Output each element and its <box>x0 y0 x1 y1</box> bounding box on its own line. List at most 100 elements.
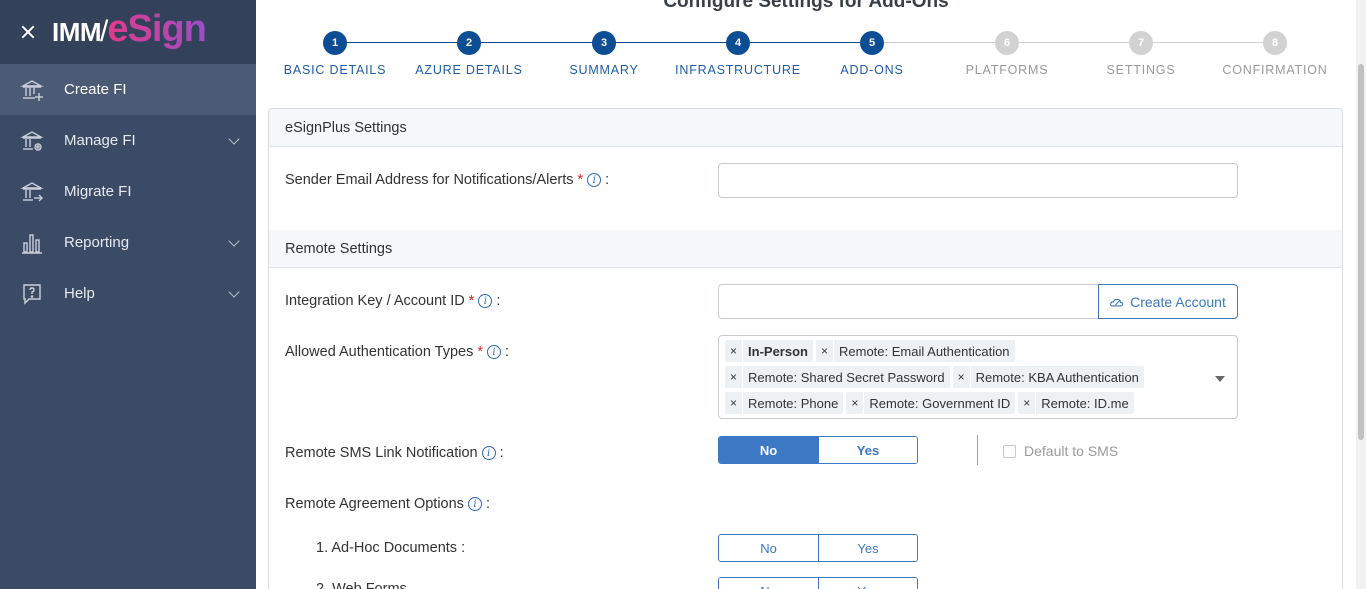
sidebar-item-label: Manage FI <box>64 132 136 149</box>
adhoc-documents-label: 1. Ad-Hoc Documents : <box>316 540 466 556</box>
tag-phone: × Remote: Phone <box>725 392 844 414</box>
label-text: Remote SMS Link Notification <box>285 445 478 461</box>
tag-label: Remote: Government ID <box>869 395 1011 411</box>
settings-panel: eSignPlus Settings Sender Email Address … <box>268 108 1343 589</box>
sms-yes-option[interactable]: Yes <box>818 437 917 463</box>
label-text: Integration Key / Account ID <box>285 293 465 309</box>
step-infrastructure[interactable]: 4 INFRASTRUCTURE <box>668 31 808 77</box>
label-colon: : <box>505 344 510 360</box>
step-platforms: 6 PLATFORMS <box>937 31 1077 77</box>
web-forms-toggle[interactable]: No Yes <box>718 577 918 589</box>
step-number: 2 <box>457 31 481 55</box>
info-icon[interactable]: i <box>467 497 482 511</box>
checkbox-box[interactable] <box>1003 444 1016 458</box>
sms-link-toggle[interactable]: No Yes <box>718 436 918 464</box>
tag-in-person: × In-Person <box>725 340 813 362</box>
step-number: 7 <box>1129 31 1153 55</box>
section-header-esignplus: eSignPlus Settings <box>269 109 1342 147</box>
label-colon: : <box>605 172 610 188</box>
sender-email-label: Sender Email Address for Notifications/A… <box>285 172 609 188</box>
step-label: INFRASTRUCTURE <box>675 63 801 77</box>
remove-tag-icon[interactable]: × <box>725 392 744 414</box>
step-number: 4 <box>726 31 750 55</box>
sidebar-item-manage-fi[interactable]: Manage FI <box>0 115 256 166</box>
app-logo: IMM / eSign <box>52 7 207 51</box>
tag-label: Remote: ID.me <box>1041 395 1129 411</box>
create-account-label: Create Account <box>1130 293 1226 310</box>
sidebar: IMM / eSign Create FI Manage FI Migrate … <box>0 0 256 589</box>
step-label: CONFIRMATION <box>1222 63 1328 77</box>
remove-tag-icon[interactable]: × <box>1018 392 1037 414</box>
webforms-no-option[interactable]: No <box>719 578 818 589</box>
chevron-down-icon <box>228 235 240 247</box>
scrollbar-thumb[interactable] <box>1358 64 1364 440</box>
remove-tag-icon[interactable]: × <box>953 366 971 388</box>
step-label: PLATFORMS <box>965 63 1049 77</box>
remove-tag-icon[interactable]: × <box>846 392 865 414</box>
bar-chart-icon <box>22 233 42 254</box>
page-scrollbar[interactable] <box>1356 0 1366 589</box>
sidebar-item-create-fi[interactable]: Create FI <box>0 64 256 115</box>
sidebar-item-label: Help <box>64 285 95 302</box>
webforms-yes-option[interactable]: Yes <box>818 578 917 589</box>
sidebar-item-label: Create FI <box>64 81 127 98</box>
remove-tag-icon[interactable]: × <box>816 340 834 362</box>
bank-gear-icon <box>20 130 44 151</box>
default-to-sms-checkbox[interactable]: Default to SMS <box>1003 443 1118 459</box>
label-colon: : <box>485 496 490 512</box>
step-add-ons[interactable]: 5 ADD-ONS <box>802 31 942 77</box>
sidebar-item-migrate-fi[interactable]: Migrate FI <box>0 166 256 217</box>
adhoc-no-option[interactable]: No <box>719 535 818 561</box>
tag-kba-auth: × Remote: KBA Authentication <box>952 366 1144 388</box>
label-text: Sender Email Address for Notifications/A… <box>285 172 574 188</box>
chevron-down-icon <box>228 286 240 298</box>
tag-government-id: × Remote: Government ID <box>846 392 1016 414</box>
sidebar-item-label: Migrate FI <box>64 183 132 200</box>
cloud-edit-icon <box>1110 298 1124 306</box>
brand-bar: IMM / eSign <box>0 0 256 64</box>
tag-shared-secret: × Remote: Shared Secret Password <box>725 366 950 388</box>
step-number: 5 <box>860 31 884 55</box>
wizard-stepper: 1 BASIC DETAILS 2 AZURE DETAILS 3 SUMMAR… <box>268 31 1354 91</box>
web-forms-label: 2. Web Forms <box>316 581 407 589</box>
logo-imm: IMM <box>52 16 102 47</box>
question-bubble-icon <box>23 283 41 305</box>
agreement-options-label: Remote Agreement Options i : <box>285 496 490 512</box>
adhoc-documents-toggle[interactable]: No Yes <box>718 534 918 562</box>
adhoc-yes-option[interactable]: Yes <box>818 535 917 561</box>
tag-email-auth: × Remote: Email Authentication <box>815 340 1015 362</box>
step-summary[interactable]: 3 SUMMARY <box>534 31 674 77</box>
integration-key-field[interactable] <box>718 284 1100 319</box>
info-icon[interactable]: i <box>481 446 496 460</box>
required-asterisk: * <box>468 293 475 309</box>
required-asterisk: * <box>577 172 584 188</box>
step-number: 6 <box>995 31 1019 55</box>
info-icon[interactable]: i <box>487 345 502 359</box>
step-number: 3 <box>592 31 616 55</box>
sender-email-field[interactable] <box>718 163 1238 198</box>
step-label: AZURE DETAILS <box>415 63 523 77</box>
close-icon[interactable] <box>18 22 38 42</box>
step-label: SUMMARY <box>569 63 639 77</box>
info-icon[interactable]: i <box>587 173 602 187</box>
dropdown-caret-icon[interactable] <box>1215 376 1225 382</box>
step-label: ADD-ONS <box>840 63 904 77</box>
step-basic-details[interactable]: 1 BASIC DETAILS <box>265 31 405 77</box>
section-header-remote: Remote Settings <box>269 230 1342 268</box>
step-azure-details[interactable]: 2 AZURE DETAILS <box>399 31 539 77</box>
checkbox-label: Default to SMS <box>1024 443 1119 459</box>
remove-tag-icon[interactable]: × <box>725 340 744 362</box>
info-icon[interactable]: i <box>478 294 493 308</box>
tag-label: Remote: Shared Secret Password <box>748 369 945 385</box>
sidebar-item-help[interactable]: Help <box>0 268 256 319</box>
sms-no-option[interactable]: No <box>719 437 818 463</box>
divider <box>977 435 978 465</box>
page-title: Configure Settings for Add-Ons <box>663 0 949 12</box>
auth-types-multiselect[interactable]: × In-Person × Remote: Email Authentication … <box>718 335 1238 419</box>
step-number: 1 <box>323 31 347 55</box>
remove-tag-icon[interactable]: × <box>725 366 744 388</box>
logo-esign: eSign <box>107 7 206 50</box>
create-account-button[interactable]: Create Account <box>1098 284 1238 319</box>
sidebar-item-reporting[interactable]: Reporting <box>0 217 256 268</box>
step-settings: 7 SETTINGS <box>1071 31 1211 77</box>
